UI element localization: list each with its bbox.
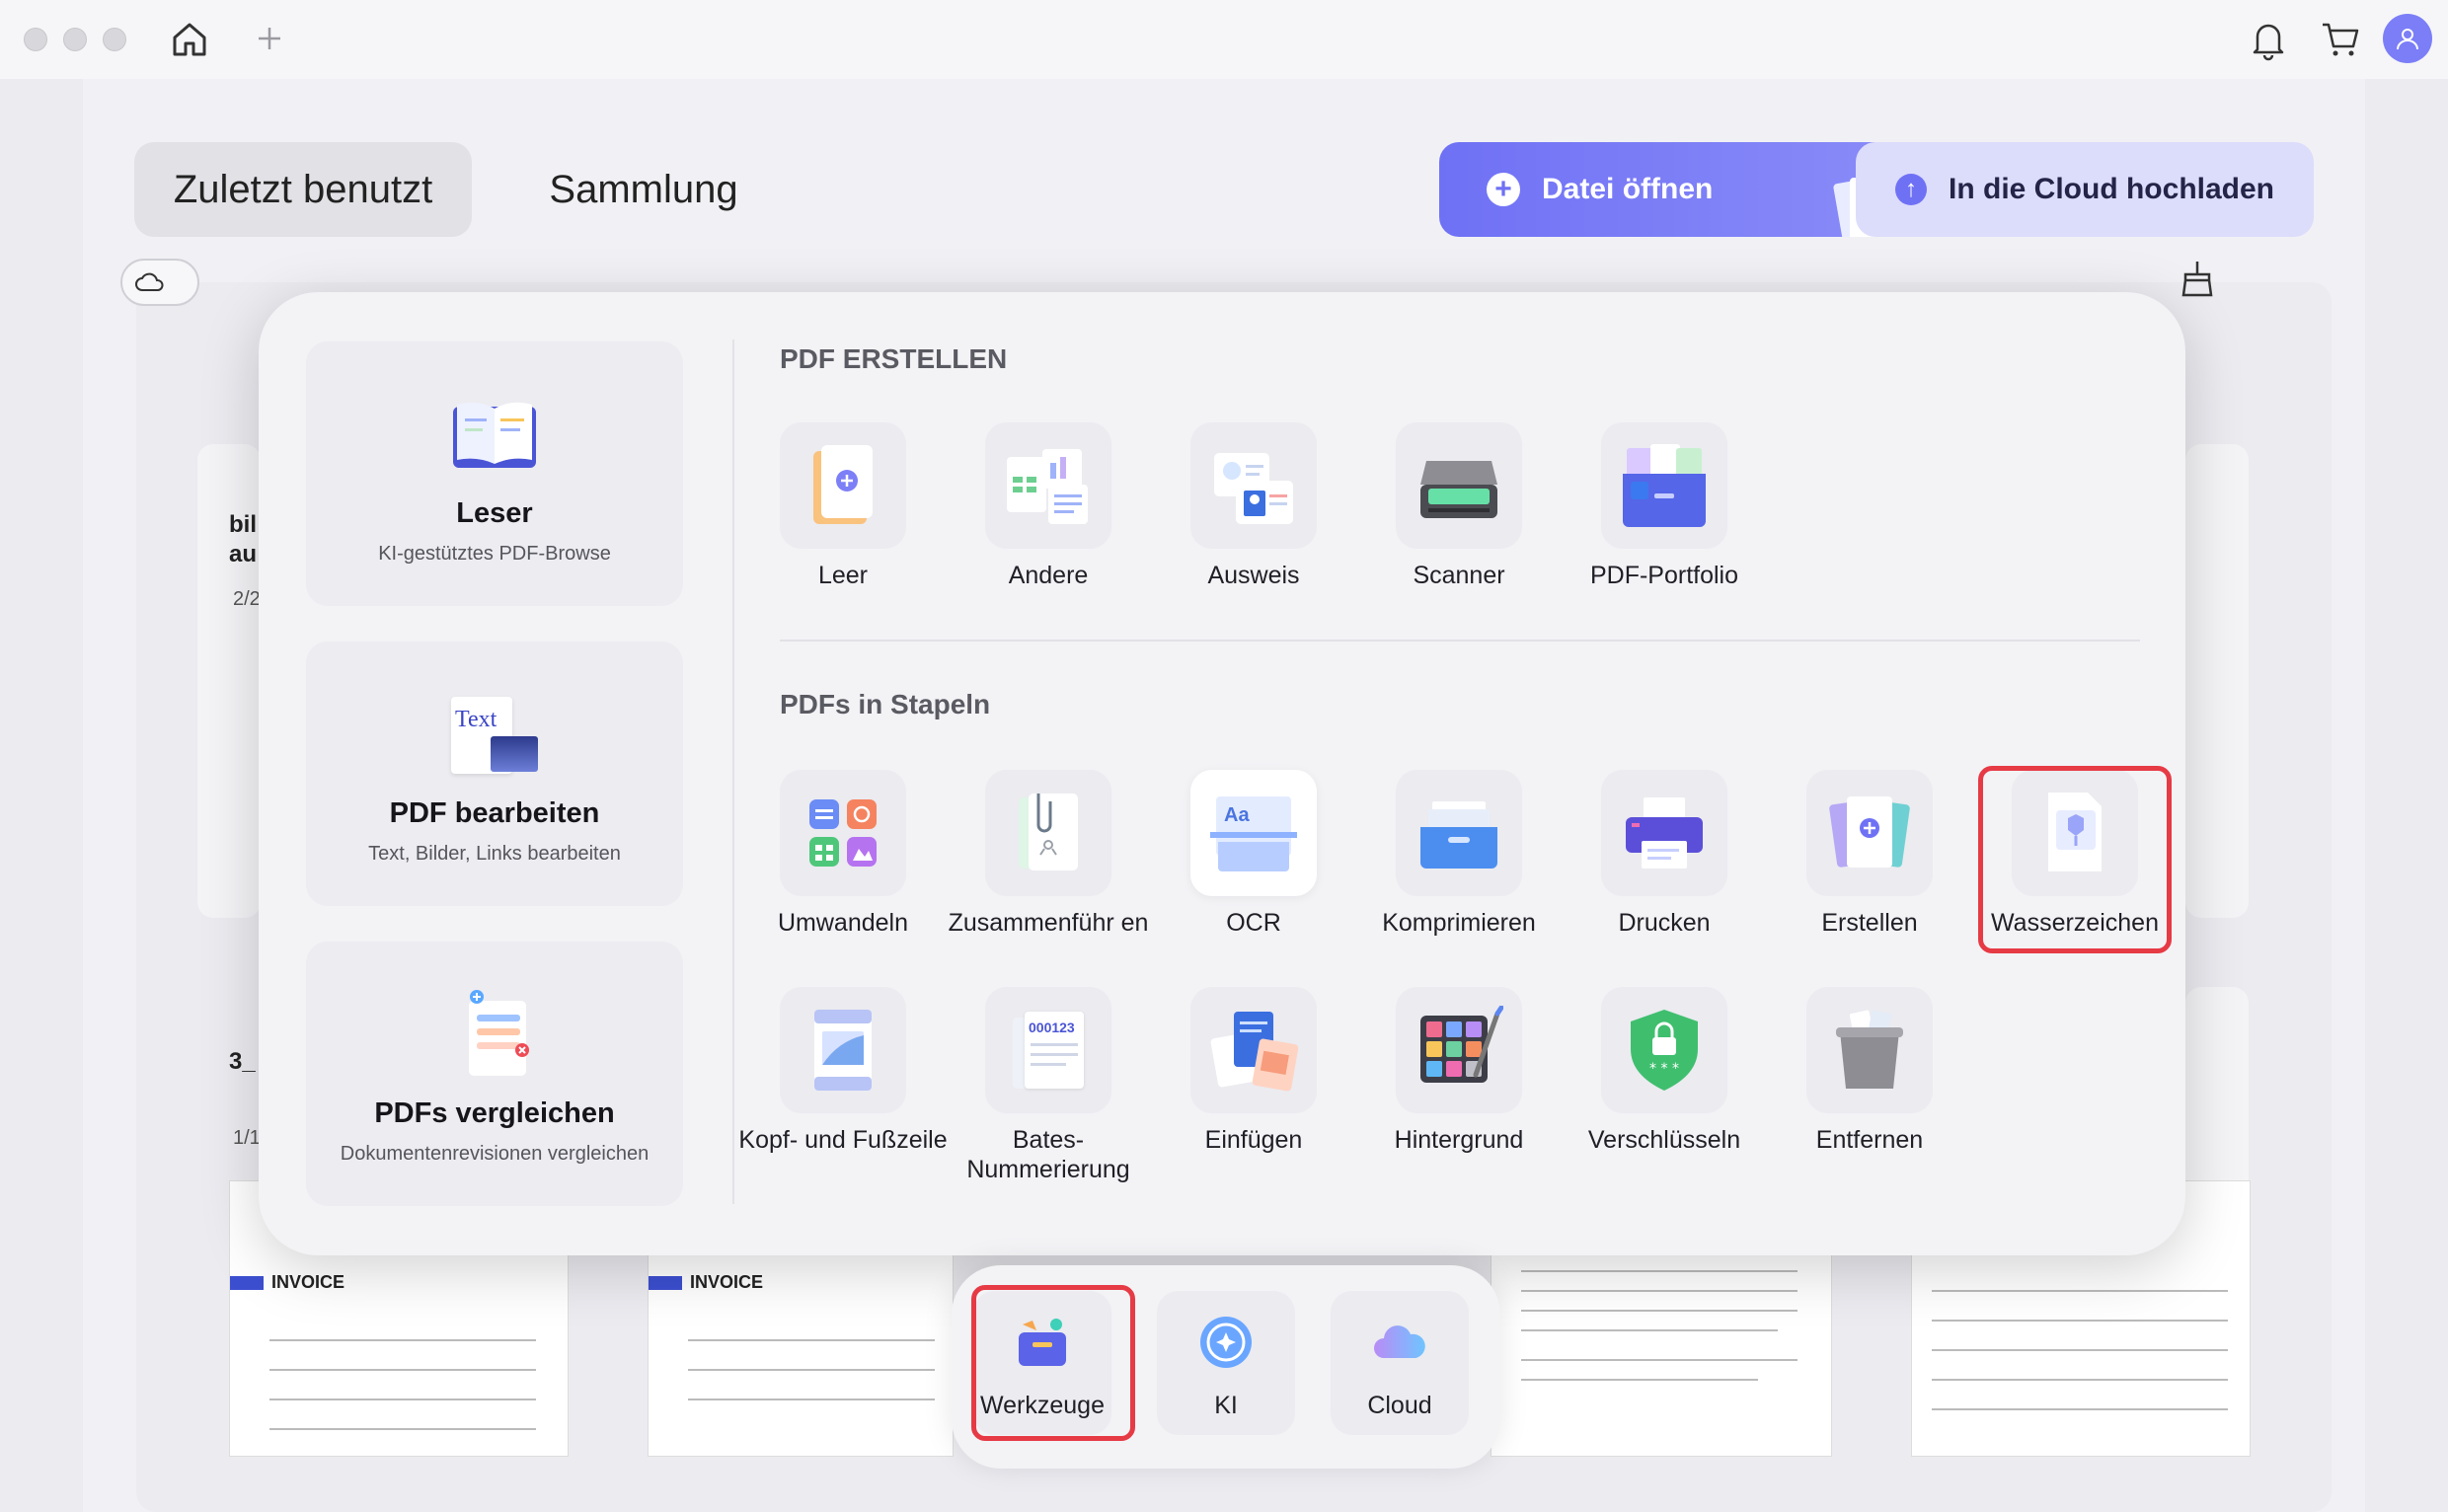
compare-pdf-title: PDFs vergleichen <box>374 1097 615 1129</box>
invoice-bar <box>230 1276 264 1290</box>
section-create-title: PDF ERSTELLEN <box>780 343 1008 374</box>
tool-label: OCR <box>1226 909 1281 937</box>
merge-icon <box>1019 794 1078 870</box>
create-batch-icon <box>1829 796 1910 868</box>
tool-label: PDF-Portfolio <box>1589 562 1739 589</box>
svg-text:* * *: * * * <box>1649 1061 1679 1077</box>
scanner-icon <box>1420 461 1497 518</box>
shield-lock-icon: * * * <box>1631 1010 1698 1091</box>
insert-icon <box>1210 1012 1299 1092</box>
plus-circle-icon: + <box>1487 173 1520 206</box>
other-formats-icon <box>1007 449 1088 524</box>
file-meta: 2/2 <box>233 588 261 610</box>
book-icon <box>453 402 536 468</box>
compress-icon <box>1420 801 1497 869</box>
convert-icon <box>809 799 877 867</box>
file-meta: 1/1 <box>233 1127 261 1149</box>
tab-recent[interactable]: Zuletzt benutzt <box>134 142 472 237</box>
bates-icon: 000123 <box>1009 1006 1088 1095</box>
tool-label: Drucken <box>1618 909 1711 937</box>
tools-highlight <box>971 1285 1135 1441</box>
invoice-title: INVOICE <box>690 1272 764 1292</box>
window-close-button[interactable] <box>24 28 47 51</box>
trash-icon <box>1836 1010 1903 1089</box>
tool-label: Bates-Nummerierung <box>966 1126 1130 1183</box>
portfolio-icon <box>1623 444 1706 527</box>
tool-label: Scanner <box>1413 562 1505 589</box>
tool-label: Hintergrund <box>1394 1126 1524 1154</box>
open-file-label: Datei öffnen <box>1542 173 1714 205</box>
dock-ai[interactable]: KI <box>1157 1291 1295 1435</box>
dock-ai-label: KI <box>1214 1392 1238 1419</box>
printer-icon <box>1626 797 1703 869</box>
ai-icon <box>1200 1317 1252 1368</box>
bottom-dock: Werkzeuge KI Cloud <box>952 1265 1500 1469</box>
reader-subtitle: KI-gestütztes PDF-Browse <box>378 543 611 565</box>
reader-title: Leser <box>456 497 533 529</box>
file-name: 3_ <box>229 1048 256 1075</box>
tool-label: Kopf- und Fußzeile <box>738 1126 948 1154</box>
ocr-icon: Aa <box>1206 789 1301 877</box>
blank-document-icon <box>813 445 873 524</box>
file-name: bil <box>229 511 257 538</box>
tool-label: Einfügen <box>1204 1126 1303 1154</box>
file-card[interactable] <box>2185 444 2249 918</box>
tool-label: Zusammenführ en <box>948 909 1149 937</box>
invoice-title: INVOICE <box>271 1272 345 1292</box>
reader-card[interactable]: Leser KI-gestütztes PDF-Browse <box>306 341 683 606</box>
invoice-bar <box>649 1276 682 1290</box>
cloud-filter-chip[interactable] <box>120 259 199 306</box>
tool-label: Andere <box>1008 562 1089 589</box>
edit-pdf-subtitle: Text, Bilder, Links bearbeiten <box>368 843 621 865</box>
dock-cloud[interactable]: Cloud <box>1331 1291 1469 1435</box>
edit-pdf-card[interactable]: Text PDF bearbeiten Text, Bilder, Links … <box>306 642 683 906</box>
background-icon <box>1420 1006 1503 1083</box>
section-divider <box>780 640 2140 642</box>
tool-label: Entfernen <box>1815 1126 1924 1154</box>
tool-label: Komprimieren <box>1382 909 1536 937</box>
title-bar <box>0 0 2448 79</box>
clean-icon[interactable] <box>2178 259 2217 298</box>
text-edit-icon: Text <box>445 685 544 784</box>
compare-icon <box>469 990 529 1076</box>
section-batch-title: PDFs in Stapeln <box>780 689 991 719</box>
header-footer-icon <box>814 1010 872 1091</box>
file-name-line2: au <box>229 541 258 567</box>
bell-icon[interactable] <box>2249 18 2288 61</box>
dock-cloud-label: Cloud <box>1367 1392 1432 1419</box>
edit-pdf-title: PDF bearbeiten <box>389 797 600 829</box>
compare-pdf-subtitle: Dokumentenrevisionen vergleichen <box>340 1143 650 1165</box>
file-card[interactable] <box>2185 987 2249 1204</box>
window-zoom-button[interactable] <box>103 28 126 51</box>
id-card-icon <box>1214 453 1293 524</box>
tool-label: Ausweis <box>1207 562 1300 589</box>
user-avatar-icon[interactable] <box>2383 14 2432 63</box>
cloud-icon <box>135 272 164 291</box>
tool-label: Verschlüsseln <box>1587 1126 1741 1154</box>
tool-label: Leer <box>817 562 869 589</box>
upload-cloud-button[interactable]: ↑ In die Cloud hochladen <box>1856 142 2314 237</box>
upload-icon: ↑ <box>1895 174 1927 205</box>
tool-label: Erstellen <box>1821 909 1918 937</box>
tab-collection[interactable]: Sammlung <box>496 142 792 237</box>
upload-cloud-label: In die Cloud hochladen <box>1949 173 2274 205</box>
tools-popup: Leser KI-gestütztes PDF-Browse Text PDF … <box>259 292 2185 1255</box>
cloud-icon <box>1374 1325 1425 1358</box>
vertical-divider <box>732 340 734 1204</box>
tool-label: Umwandeln <box>777 909 908 937</box>
window-minimize-button[interactable] <box>63 28 87 51</box>
open-file-button[interactable]: + Datei öffnen <box>1439 142 1907 237</box>
plus-icon[interactable] <box>255 24 284 53</box>
cart-icon[interactable] <box>2320 20 2361 59</box>
compare-pdf-card[interactable]: PDFs vergleichen Dokumentenrevisionen ve… <box>306 942 683 1206</box>
home-icon[interactable] <box>170 20 209 59</box>
watermark-highlight <box>1978 766 2172 953</box>
